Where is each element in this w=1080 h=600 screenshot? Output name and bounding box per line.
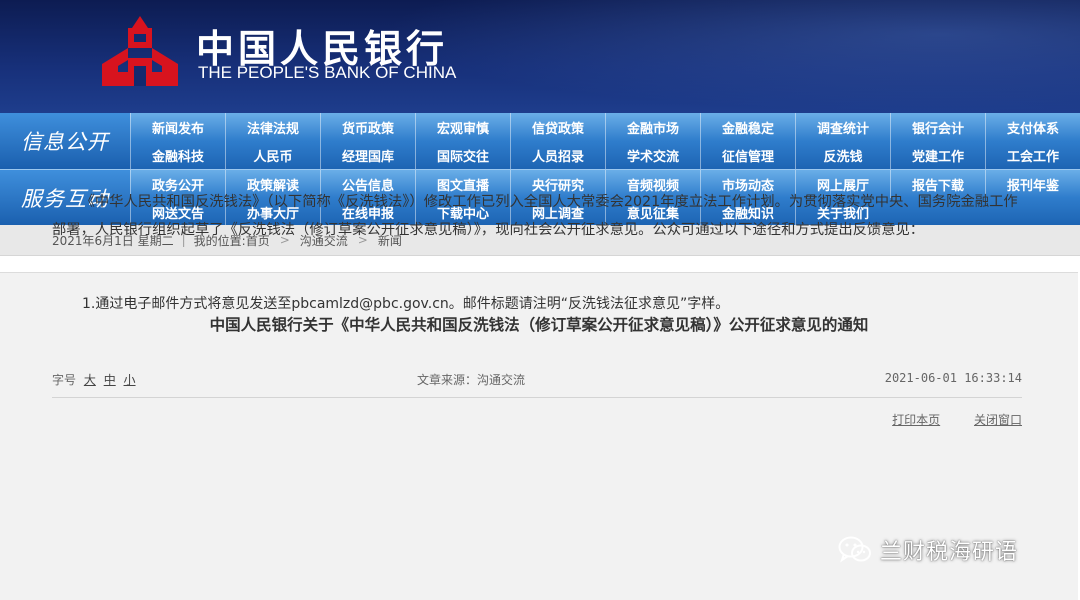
article-source: 文章来源：沟通交流 — [417, 373, 526, 387]
article-actions: 打印本页 关闭窗口 — [862, 411, 1022, 428]
nav-item[interactable]: 党建工作 — [890, 141, 985, 169]
font-size-medium-link[interactable]: 中 — [104, 373, 116, 387]
header-glow — [380, 0, 1080, 113]
nav-item[interactable]: 信贷政策 — [510, 113, 605, 141]
nav-item[interactable]: 金融市场 — [605, 113, 700, 141]
nav-item[interactable]: 法律法规 — [225, 113, 320, 141]
wechat-watermark: 兰财税海研语 — [838, 530, 1018, 570]
nav-item[interactable]: 反洗钱 — [795, 141, 890, 169]
article-title: 中国人民银行关于《中华人民共和国反洗钱法（修订草案公开征求意见稿）》公开征求意见… — [209, 316, 869, 334]
nav-item[interactable]: 征信管理 — [700, 141, 795, 169]
nav-item[interactable]: 金融科技 — [130, 141, 225, 169]
nav-section-info: 信息公开 — [0, 113, 130, 169]
nav-item[interactable]: 人员招录 — [510, 141, 605, 169]
article-meta: 字号 大 中 小 文章来源：沟通交流 2021-06-01 16:33:14 — [52, 371, 1022, 393]
font-size-label: 字号 — [52, 373, 77, 387]
nav-item[interactable]: 人民币 — [225, 141, 320, 169]
print-page-link[interactable]: 打印本页 — [892, 413, 940, 427]
nav-item[interactable]: 支付体系 — [985, 113, 1080, 141]
nav-item[interactable]: 经理国库 — [320, 141, 415, 169]
font-size-large-link[interactable]: 大 — [84, 373, 96, 387]
pboc-logo-icon[interactable] — [98, 14, 182, 88]
nav-item[interactable]: 新闻发布 — [130, 113, 225, 141]
article-paragraph: 《中华人民共和国反洗钱法》（以下简称《反洗钱法》）修改工作已列入全国人大常委会2… — [52, 194, 1018, 238]
nav-item[interactable]: 调查统计 — [795, 113, 890, 141]
nav-item[interactable]: 货币政策 — [320, 113, 415, 141]
article-datetime: 2021-06-01 16:33:14 — [884, 371, 1022, 385]
nav-row-info: 信息公开 新闻发布 法律法规 货币政策 宏观审慎 信贷政策 金融市场 金融稳定 调查统计 银行会… — [0, 113, 1080, 169]
nav-item[interactable]: 银行会计 — [890, 113, 985, 141]
nav-item[interactable]: 学术交流 — [605, 141, 700, 169]
nav-item[interactable]: 国际交往 — [415, 141, 510, 169]
close-window-link[interactable]: 关闭窗口 — [974, 413, 1022, 427]
nav-grid-info: 新闻发布 法律法规 货币政策 宏观审慎 信贷政策 金融市场 金融稳定 调查统计 银行会计 支付体系… — [130, 113, 1080, 169]
nav-item[interactable]: 工会工作 — [985, 141, 1080, 169]
article-list-item: 1.通过电子邮件方式将意见发送至pbcamlzd@pbc.gov.cn。邮件标题… — [82, 296, 730, 312]
nav-item[interactable]: 金融稳定 — [700, 113, 795, 141]
meta-divider — [52, 397, 1022, 398]
font-size-small-link[interactable]: 小 — [124, 373, 136, 387]
nav-item[interactable]: 宏观审慎 — [415, 113, 510, 141]
bank-name-en: THE PEOPLE'S BANK OF CHINA — [198, 63, 457, 82]
site-header: 中国人民银行 THE PEOPLE'S BANK OF CHINA — [0, 0, 1080, 113]
wechat-icon — [838, 536, 871, 563]
font-size-switcher: 字号 大 中 小 — [52, 371, 136, 388]
watermark-text: 兰财税海研语 — [880, 540, 1019, 565]
